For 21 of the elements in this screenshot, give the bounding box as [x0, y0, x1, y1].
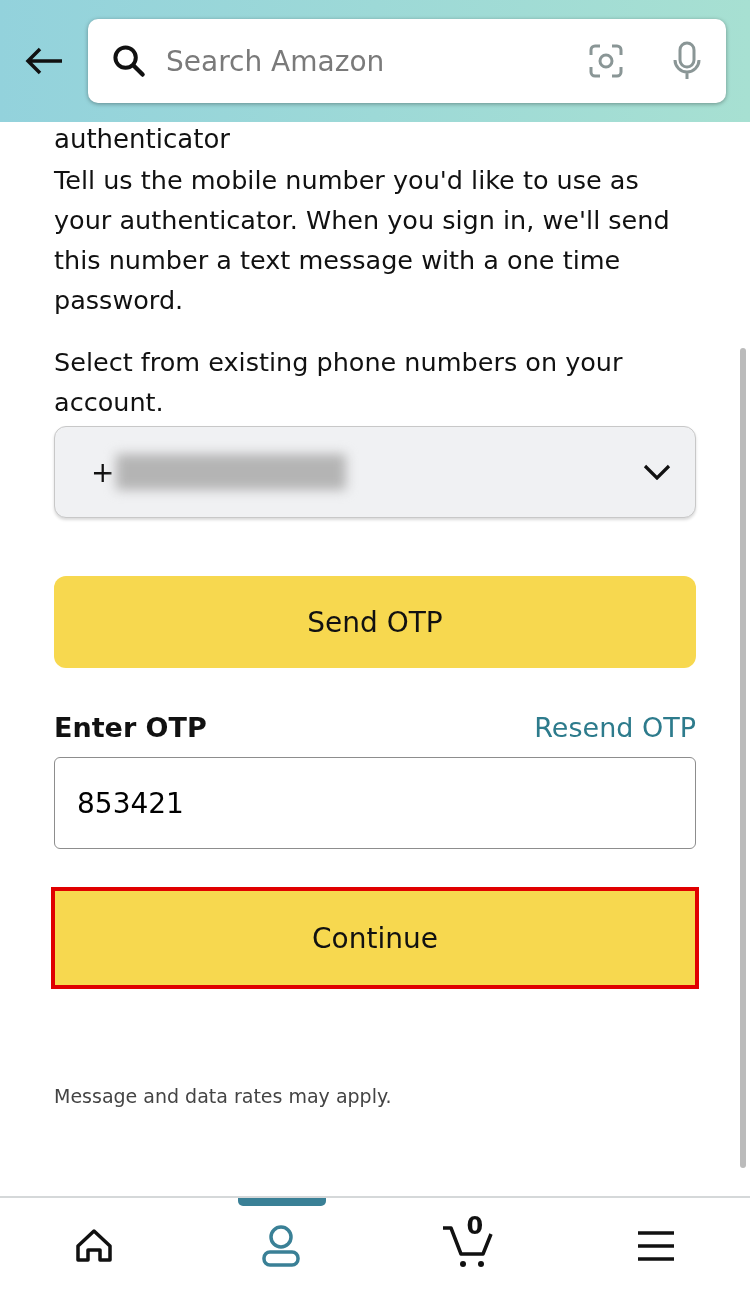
search-input[interactable]: Search Amazon	[164, 43, 570, 79]
cart-count: 0	[465, 1212, 485, 1240]
send-otp-button[interactable]: Send OTP	[54, 576, 696, 668]
intro-text: Tell us the mobile number you'd like to use as your authenticator. When you sign in, we'll send this number a text message with a one time password.	[54, 164, 671, 317]
disclaimer-text: Message and data rates may apply.	[54, 1085, 393, 1107]
otp-input-field[interactable]: 853421	[54, 757, 696, 849]
section-heading: authenticator	[54, 123, 231, 156]
otp-label: Enter OTP	[54, 712, 207, 743]
continue-button[interactable]: Continue	[51, 887, 699, 989]
camera-scan-icon[interactable]	[588, 43, 624, 79]
back-arrow-icon[interactable]	[24, 46, 64, 76]
microphone-icon[interactable]	[672, 41, 702, 81]
person-icon	[261, 1224, 302, 1268]
search-icon	[112, 44, 146, 78]
nav-tab[interactable]: 0	[375, 1198, 563, 1294]
chevron-down-icon	[643, 464, 671, 480]
resend-otp-link[interactable]: Resend OTP	[534, 712, 696, 743]
select-label: Select from existing phone numbers on your account.	[54, 346, 624, 419]
phone-number-dropdown[interactable]: +	[54, 426, 696, 518]
search-field[interactable]: Search Amazon	[88, 19, 726, 103]
menu-icon	[636, 1230, 677, 1262]
